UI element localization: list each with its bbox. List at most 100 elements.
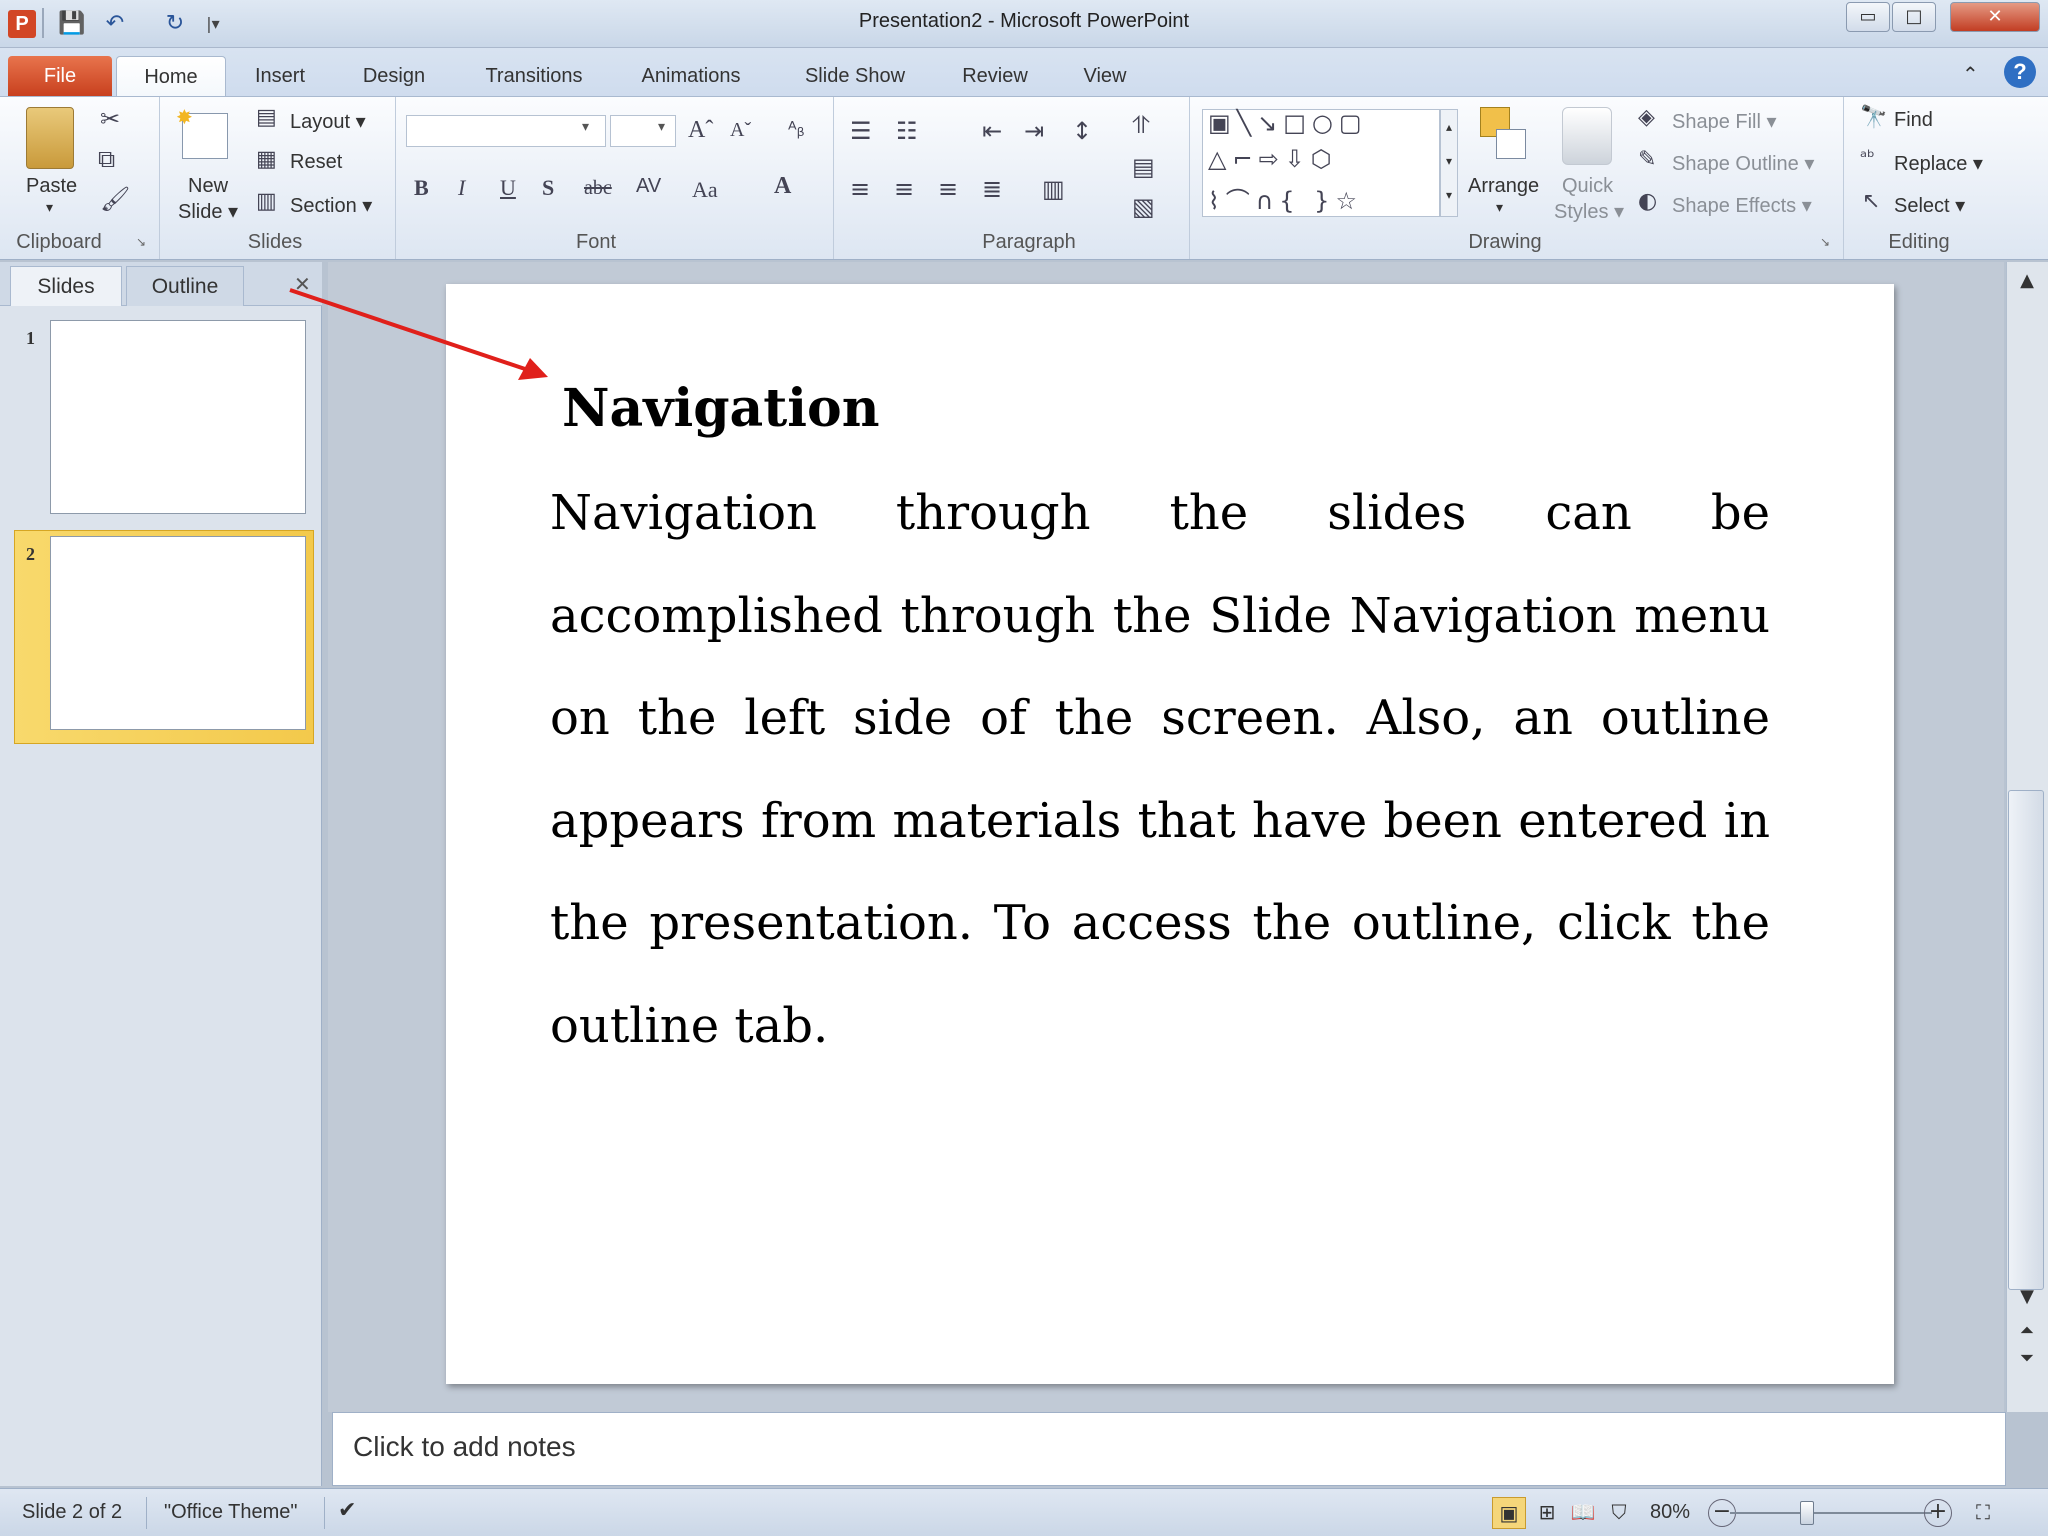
- arrange-dropdown-icon[interactable]: ▾: [1496, 199, 1503, 216]
- reset-icon: ▦: [256, 147, 277, 172]
- tab-home[interactable]: Home: [116, 56, 226, 96]
- character-spacing-button[interactable]: AV: [636, 175, 661, 198]
- numbering-icon[interactable]: ☷: [896, 117, 918, 145]
- tab-animations[interactable]: Animations: [626, 56, 756, 96]
- section-button[interactable]: Section ▾: [290, 193, 372, 218]
- layout-button[interactable]: Layout ▾: [290, 109, 366, 134]
- increase-indent-icon[interactable]: ⇥: [1024, 117, 1044, 145]
- shape-effects-button[interactable]: Shape Effects ▾: [1672, 193, 1812, 218]
- copy-icon[interactable]: ⧉: [98, 145, 115, 173]
- tab-design[interactable]: Design: [346, 56, 442, 96]
- zoom-in-button[interactable]: +: [1924, 1499, 1952, 1527]
- columns-icon[interactable]: ▥: [1042, 175, 1065, 203]
- arrange-button[interactable]: Arrange: [1468, 175, 1539, 198]
- font-color-button[interactable]: A: [774, 173, 791, 200]
- minimize-button[interactable]: ▭: [1846, 2, 1890, 32]
- cut-icon[interactable]: ✂: [100, 105, 120, 133]
- close-button[interactable]: ✕: [1950, 2, 2040, 32]
- paste-icon[interactable]: [26, 107, 74, 169]
- maximize-button[interactable]: □: [1892, 2, 1936, 32]
- previous-slide-icon[interactable]: ⏶: [2007, 1320, 2047, 1341]
- paste-button[interactable]: Paste: [26, 175, 77, 198]
- align-center-icon[interactable]: ≡: [894, 175, 914, 203]
- grow-font-icon[interactable]: Aˆ: [688, 117, 713, 144]
- slide-show-icon[interactable]: ⛉: [1602, 1497, 1636, 1529]
- scroll-up-icon[interactable]: ▲: [2007, 270, 2047, 291]
- spell-check-icon[interactable]: ✔: [338, 1497, 356, 1523]
- decrease-indent-icon[interactable]: ⇤: [982, 117, 1002, 145]
- smartart-icon[interactable]: ▧: [1132, 193, 1155, 221]
- change-case-button[interactable]: Aa: [692, 177, 718, 203]
- new-slide-button[interactable]: New: [188, 175, 228, 198]
- quick-styles-dropdown[interactable]: Styles ▾: [1554, 199, 1624, 224]
- font-size-dropdown-icon[interactable]: ▾: [658, 119, 665, 135]
- tab-slide-show[interactable]: Slide Show: [790, 56, 920, 96]
- tab-review[interactable]: Review: [950, 56, 1040, 96]
- fit-to-window-icon[interactable]: ⛶: [1966, 1497, 2000, 1529]
- normal-view-icon[interactable]: ▣: [1492, 1497, 1526, 1529]
- find-icon: 🔭: [1860, 105, 1888, 130]
- zoom-slider-track[interactable]: [1730, 1512, 1932, 1514]
- replace-button[interactable]: Replace ▾: [1894, 151, 1983, 176]
- slide-counter: Slide 2 of 2: [22, 1501, 123, 1523]
- tab-file[interactable]: File: [8, 56, 112, 96]
- format-painter-icon[interactable]: 🖌: [100, 185, 130, 213]
- shape-outline-button[interactable]: Shape Outline ▾: [1672, 151, 1814, 176]
- text-direction-icon[interactable]: ⥣: [1132, 111, 1149, 139]
- tab-transitions[interactable]: Transitions: [472, 56, 596, 96]
- drawing-dialog-launcher-icon[interactable]: ↘: [1820, 235, 1830, 249]
- slide-title[interactable]: Navigation: [562, 378, 880, 439]
- italic-button[interactable]: I: [458, 175, 465, 201]
- quick-styles-button[interactable]: Quick: [1562, 175, 1613, 198]
- underline-button[interactable]: U: [500, 175, 516, 201]
- font-name-dropdown-icon[interactable]: ▾: [582, 119, 589, 135]
- help-icon[interactable]: ?: [2004, 56, 2036, 88]
- align-left-icon[interactable]: ≡: [850, 175, 870, 203]
- text-shadow-button[interactable]: S: [542, 175, 554, 201]
- shape-fill-button[interactable]: Shape Fill ▾: [1672, 109, 1777, 134]
- dialog-launcher-icon[interactable]: ↘: [136, 235, 146, 249]
- new-slide-dropdown[interactable]: Slide ▾: [178, 199, 238, 224]
- next-slide-icon[interactable]: ⏷: [2007, 1348, 2047, 1369]
- slides-group-label: Slides: [247, 231, 303, 253]
- zoom-level[interactable]: 80%: [1650, 1501, 1690, 1524]
- drawing-group: ▣╲↘□○▢ △⌐⇨⇩⬡ ⌇⌒∩{ }☆ ▴ ▾ ▾ Arrange ▾ Quick…: [1190, 97, 1844, 259]
- justify-icon[interactable]: ≣: [982, 175, 1002, 203]
- shapes-row-1[interactable]: ▣╲↘□○▢: [1208, 109, 1368, 137]
- font-name-box[interactable]: [406, 115, 606, 147]
- slide-body-text[interactable]: Navigation through the slides can be acc…: [550, 462, 1770, 1077]
- shrink-font-icon[interactable]: Aˇ: [730, 119, 751, 142]
- bullets-icon[interactable]: ☰: [850, 117, 872, 145]
- reading-view-icon[interactable]: 📖: [1566, 1497, 1600, 1529]
- shapes-row-2[interactable]: △⌐⇨⇩⬡: [1208, 145, 1338, 173]
- align-text-icon[interactable]: ▤: [1132, 153, 1155, 181]
- slide-sorter-icon[interactable]: ⊞: [1530, 1497, 1564, 1529]
- scroll-thumb[interactable]: [2008, 790, 2044, 1290]
- slide-thumbnail-1[interactable]: [50, 320, 306, 514]
- slide-thumbnail-2[interactable]: [50, 536, 306, 730]
- quick-styles-icon[interactable]: [1562, 107, 1612, 165]
- tab-insert[interactable]: Insert: [240, 56, 320, 96]
- line-spacing-icon[interactable]: ↕: [1072, 117, 1092, 145]
- notes-placeholder[interactable]: Click to add notes: [353, 1431, 576, 1463]
- find-button[interactable]: Find: [1894, 109, 1933, 132]
- slide-thumb-number-2: 2: [26, 544, 35, 564]
- font-size-box[interactable]: [610, 115, 676, 147]
- align-right-icon[interactable]: ≡: [938, 175, 958, 203]
- arrange-icon[interactable]: [1480, 107, 1526, 163]
- zoom-slider-thumb[interactable]: [1800, 1501, 1814, 1525]
- strikethrough-button[interactable]: abc: [584, 177, 612, 200]
- tab-slides[interactable]: Slides: [10, 266, 122, 306]
- annotation-arrow: [289, 288, 548, 380]
- tab-view[interactable]: View: [1070, 56, 1140, 96]
- shapes-row-3[interactable]: ⌇⌒∩{ }☆: [1208, 181, 1363, 216]
- select-button[interactable]: Select ▾: [1894, 193, 1965, 218]
- shapes-gallery-scroll[interactable]: ▴ ▾ ▾: [1440, 109, 1458, 217]
- minimize-ribbon-icon[interactable]: ⌃: [1962, 62, 1979, 86]
- bold-button[interactable]: B: [414, 175, 429, 201]
- clear-formatting-icon[interactable]: ᴬᵦ: [788, 117, 805, 141]
- paste-dropdown-icon[interactable]: ▾: [46, 199, 53, 216]
- tab-outline[interactable]: Outline: [126, 266, 244, 306]
- notes-pane[interactable]: Click to add notes: [332, 1412, 2006, 1486]
- reset-button[interactable]: Reset: [290, 151, 342, 174]
